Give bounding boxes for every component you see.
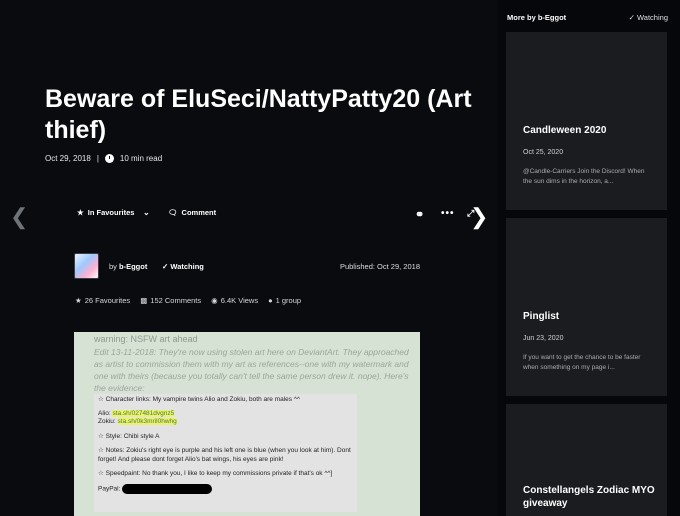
eye-icon: ◉ bbox=[211, 296, 218, 305]
image-warning: warning: NSFW art ahead bbox=[94, 334, 198, 344]
article-date: Oct 29, 2018 bbox=[45, 154, 91, 163]
read-time: 10 min read bbox=[119, 154, 163, 163]
sidebar-watching-label: Watching bbox=[637, 13, 668, 22]
action-bar: ★ In Favourites ⌄ 🗨 Comment ⚭ ••• ⤢ bbox=[77, 208, 477, 222]
group-icon: ● bbox=[268, 296, 273, 305]
comment-icon: 🗨 bbox=[168, 208, 178, 217]
groups-count: 1 group bbox=[275, 296, 302, 305]
favourites-count: 26 Favourites bbox=[84, 296, 131, 305]
favourite-button[interactable]: ★ In Favourites bbox=[77, 208, 134, 217]
zokiu-link: sta.sh/0k3mril0hwhg bbox=[117, 418, 177, 425]
stats-row: ★ 26 Favourites ▩ 152 Comments ◉ 6.4K Vi… bbox=[75, 296, 301, 305]
sidebar-header: More by b-Eggot ✓ Watching bbox=[507, 13, 668, 22]
chevron-down-icon[interactable]: ⌄ bbox=[143, 208, 150, 217]
expand-icon[interactable]: ⤢ bbox=[467, 208, 474, 219]
paypal-label: PayPal: bbox=[98, 485, 121, 493]
by-label: by bbox=[109, 262, 117, 271]
card-excerpt: If you want to get the chance to be fast… bbox=[523, 354, 641, 371]
favourites-stat[interactable]: ★ 26 Favourites bbox=[75, 296, 130, 305]
page-title: Beware of EluSeci/NattyPatty20 (Art thie… bbox=[45, 85, 472, 144]
chevron-left-icon[interactable]: ❮ bbox=[10, 206, 28, 228]
alio-link: sta.sh/027481dvgnz5 bbox=[112, 409, 175, 417]
speedpaint-line: ☆ Speedpaint: No thank you, I like to ke… bbox=[98, 470, 333, 477]
card-title: Constellangels Zodiac MYO giveaway bbox=[523, 485, 655, 509]
paypal-line: PayPal: bbox=[98, 483, 353, 494]
redaction bbox=[122, 483, 213, 494]
comment-label: Comment bbox=[181, 208, 217, 217]
sidebar-watching-button[interactable]: ✓ Watching bbox=[629, 13, 668, 22]
article-meta: Oct 29, 2018 | 10 min read bbox=[45, 154, 162, 163]
deviation-card-candleween[interactable]: Candleween 2020 Oct 25, 2020 @Candle-Car… bbox=[506, 32, 667, 210]
character-links: ☆ Character links: My vampire twins Alio… bbox=[98, 396, 300, 403]
card-date: Oct 25, 2020 bbox=[523, 149, 564, 156]
comments-count: 152 Comments bbox=[150, 296, 202, 305]
groups-stat[interactable]: ● 1 group bbox=[268, 296, 301, 305]
article-view: Beware of EluSeci/NattyPatty20 (Art thie… bbox=[0, 0, 498, 516]
watching-label: Watching bbox=[170, 262, 204, 271]
favourite-label: In Favourites bbox=[87, 208, 135, 217]
image-edit-note: Edit 13-11-2018: They're now using stole… bbox=[94, 347, 409, 393]
author-row: by b-Eggot ✓ Watching Published: Oct 29,… bbox=[74, 253, 420, 279]
deviation-card-constellangels[interactable]: Constellangels Zodiac MYO giveaway bbox=[506, 404, 667, 516]
author-byline: by b-Eggot bbox=[109, 262, 147, 271]
zokiu-label: Zokiu: bbox=[98, 418, 118, 425]
more-icon[interactable]: ••• bbox=[441, 208, 455, 219]
comments-stat[interactable]: ▩ 152 Comments bbox=[140, 296, 201, 305]
more-by-sidebar: More by b-Eggot ✓ Watching Candleween 20… bbox=[498, 0, 680, 516]
card-title: Pinglist bbox=[523, 311, 560, 322]
check-icon: ✓ bbox=[628, 13, 635, 22]
star-icon: ★ bbox=[75, 296, 82, 305]
notes-line: ☆ Notes: Zokiu's right eye is purple and… bbox=[98, 447, 351, 463]
zokiu-line: Zokiu: sta.sh/0k3mril0hwhg bbox=[98, 418, 353, 427]
share-icon[interactable]: ⚭ bbox=[415, 208, 424, 221]
card-title: Candleween 2020 bbox=[523, 125, 607, 136]
comment-icon: ▩ bbox=[140, 296, 148, 305]
article-image[interactable]: warning: NSFW art ahead Edit 13-11-2018:… bbox=[74, 332, 420, 516]
check-icon: ✓ bbox=[162, 262, 169, 271]
published-date: Published: Oct 29, 2018 bbox=[339, 262, 420, 271]
sidebar-heading[interactable]: More by b-Eggot bbox=[507, 13, 566, 22]
views-stat: ◉ 6.4K Views bbox=[211, 296, 258, 305]
card-excerpt: @Candle-Carriers Join the Discord! When … bbox=[523, 168, 645, 185]
alio-line: Alio: sta.sh/027481dvgnz5 bbox=[98, 409, 353, 419]
star-icon: ★ bbox=[77, 208, 84, 217]
watching-button[interactable]: ✓ Watching bbox=[162, 262, 204, 271]
card-date: Jun 23, 2020 bbox=[523, 335, 564, 342]
commission-card: ☆ Character links: My vampire twins Alio… bbox=[94, 394, 357, 512]
comment-button[interactable]: 🗨 Comment bbox=[168, 208, 216, 217]
avatar[interactable] bbox=[74, 253, 99, 279]
author-link[interactable]: b-Eggot bbox=[119, 262, 147, 271]
alio-label: Alio: bbox=[98, 409, 113, 417]
views-count: 6.4K Views bbox=[220, 296, 259, 305]
style-line: ☆ Style: Chibi style A bbox=[98, 432, 160, 440]
deviation-card-pinglist[interactable]: Pinglist Jun 23, 2020 If you want to get… bbox=[506, 218, 667, 396]
meta-separator: | bbox=[96, 154, 99, 163]
clock-icon bbox=[104, 154, 114, 163]
